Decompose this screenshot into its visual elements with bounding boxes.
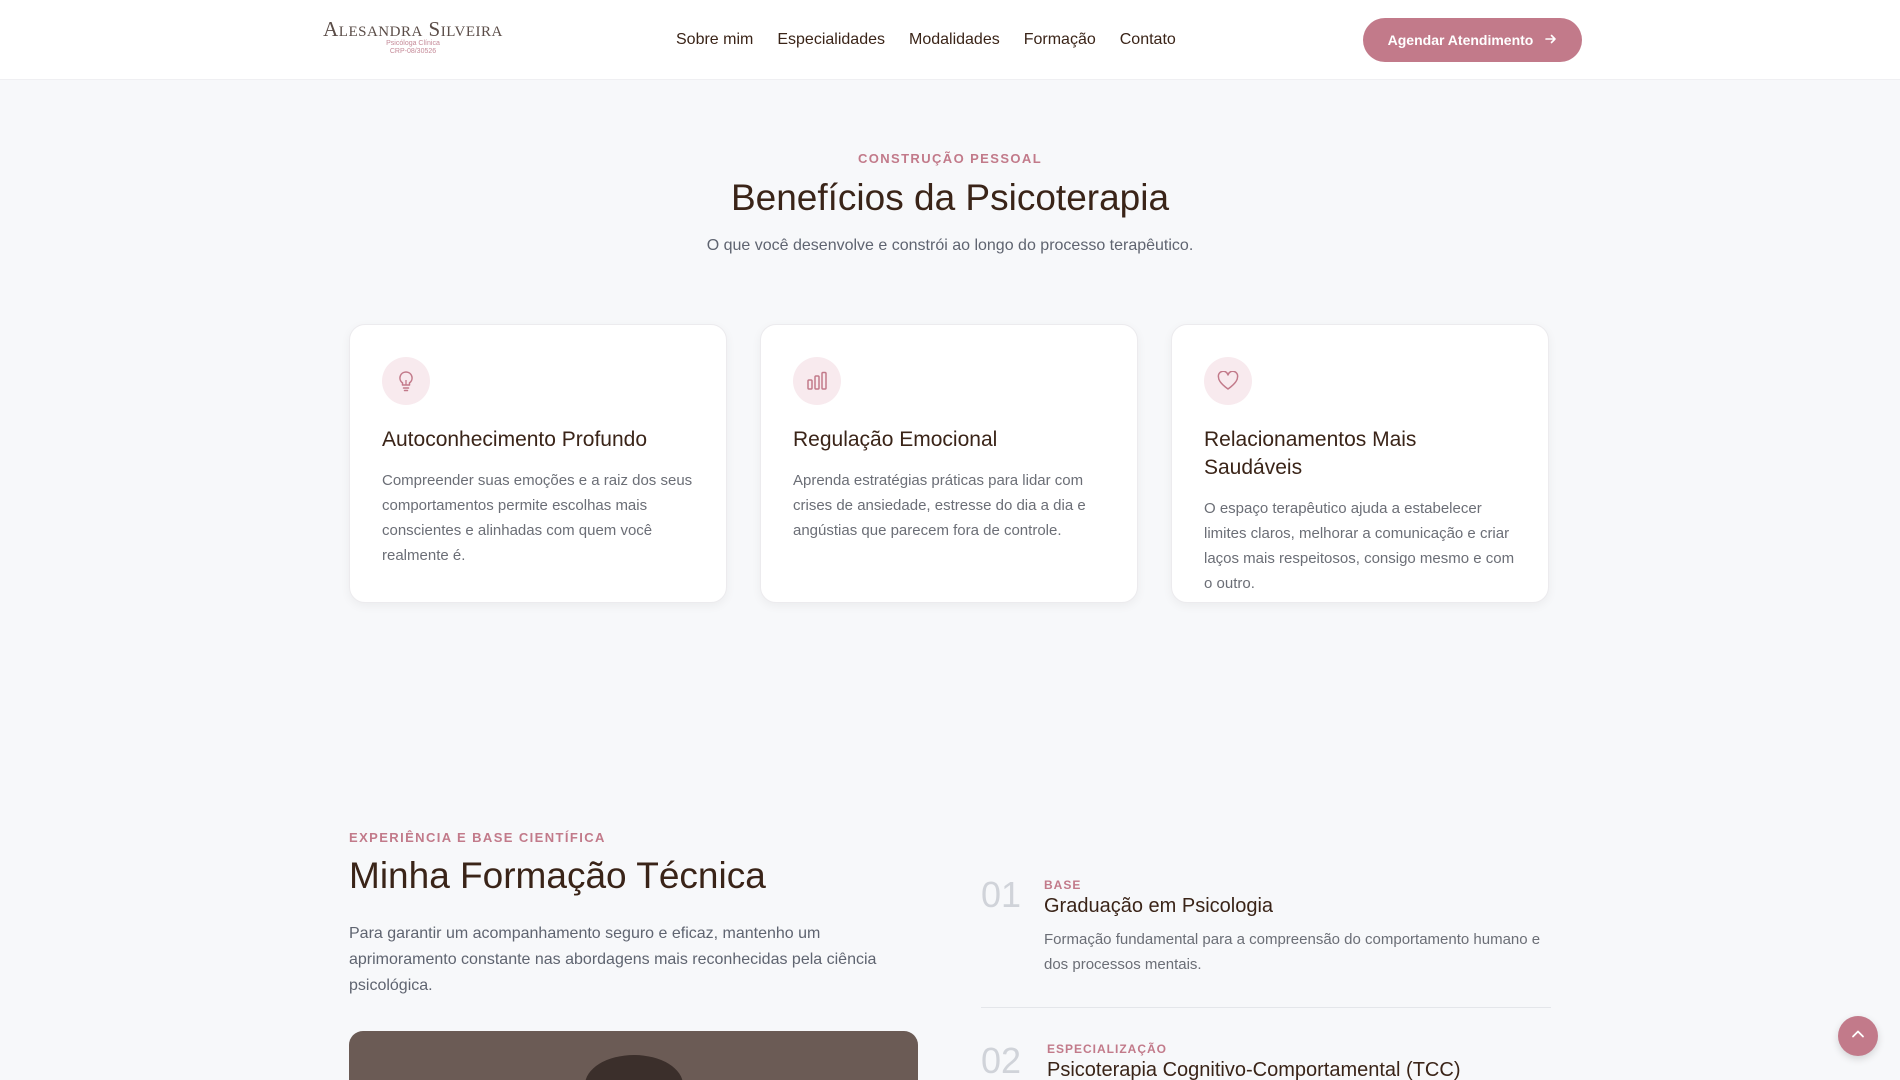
heart-icon — [1204, 357, 1252, 405]
photo-figure — [585, 1055, 683, 1080]
benefits-subtitle: O que você desenvolve e constrói ao long… — [706, 237, 1194, 254]
benefit-card-title: Autoconhecimento Profundo — [382, 428, 648, 451]
profile-photo — [349, 1031, 918, 1080]
chevron-up-icon — [1850, 1026, 1866, 1047]
timeline-label: BASE — [1044, 878, 1082, 892]
benefit-card: Autoconhecimento Profundo Compreender su… — [349, 324, 727, 603]
site-header: Alesandra Silveira Psicóloga Clínica CRP… — [0, 0, 1900, 80]
nav-link-especialidades[interactable]: Especialidades — [777, 30, 885, 50]
training-title: Minha Formação Técnica — [349, 855, 766, 896]
benefit-card: Relacionamentos Mais Saudáveis O espaço … — [1171, 324, 1549, 603]
schedule-appointment-label: Agendar Atendimento — [1387, 32, 1534, 48]
logo-crp: CRP-08/30526 — [389, 48, 437, 55]
benefits-eyebrow: CONSTRUÇÃO PESSOAL — [857, 151, 1043, 166]
timeline-number: 02 — [981, 1040, 1022, 1080]
nav-link-contato[interactable]: Contato — [1120, 30, 1176, 50]
benefit-card-title: Relacionamentos Mais Saudáveis — [1204, 428, 1417, 479]
benefit-card: Regulação Emocional Aprenda estratégias … — [760, 324, 1138, 603]
training-eyebrow: EXPERIÊNCIA E BASE CIENTÍFICA — [349, 830, 606, 845]
timeline-description: Formação fundamental para a compreensão … — [1044, 931, 1541, 973]
logo[interactable]: Alesandra Silveira Psicóloga Clínica CRP… — [318, 18, 508, 56]
benefit-card-text: O espaço terapêutico ajuda a estabelecer… — [1204, 500, 1515, 592]
benefit-card-text: Compreender suas emoções e a raiz dos se… — [382, 472, 693, 564]
timeline-item: 02 ESPECIALIZAÇÃO Psicoterapia Cognitivo… — [981, 1040, 1551, 1080]
main-nav: Sobre mim Especialidades Modalidades For… — [676, 30, 1176, 50]
benefit-card-text: Aprenda estratégias práticas para lidar … — [793, 472, 1086, 539]
training-text: Para garantir um acompanhamento seguro e… — [349, 925, 877, 994]
timeline-number: 01 — [981, 874, 1022, 915]
arrow-right-icon — [1545, 32, 1557, 48]
timeline-title: Psicoterapia Cognitivo-Comportamental (T… — [1047, 1059, 1461, 1080]
bar-chart-icon — [793, 357, 841, 405]
logo-role: Psicóloga Clínica — [386, 40, 440, 47]
benefits-title: Benefícios da Psicoterapia — [730, 177, 1170, 218]
nav-link-modalidades[interactable]: Modalidades — [909, 30, 1000, 50]
lightbulb-icon — [382, 357, 430, 405]
nav-link-sobre-mim[interactable]: Sobre mim — [676, 30, 753, 50]
timeline-item: 01 BASE Graduação em Psicologia Formação… — [981, 875, 1551, 985]
timeline-label: ESPECIALIZAÇÃO — [1047, 1042, 1168, 1056]
logo-name: Alesandra Silveira — [323, 17, 503, 41]
schedule-appointment-button[interactable]: Agendar Atendimento — [1363, 18, 1582, 62]
benefit-card-title: Regulação Emocional — [793, 428, 998, 451]
scroll-to-top-button[interactable] — [1838, 1016, 1878, 1056]
timeline-divider — [981, 1007, 1551, 1008]
nav-link-formacao[interactable]: Formação — [1024, 30, 1096, 50]
timeline-title: Graduação em Psicologia — [1044, 895, 1274, 917]
